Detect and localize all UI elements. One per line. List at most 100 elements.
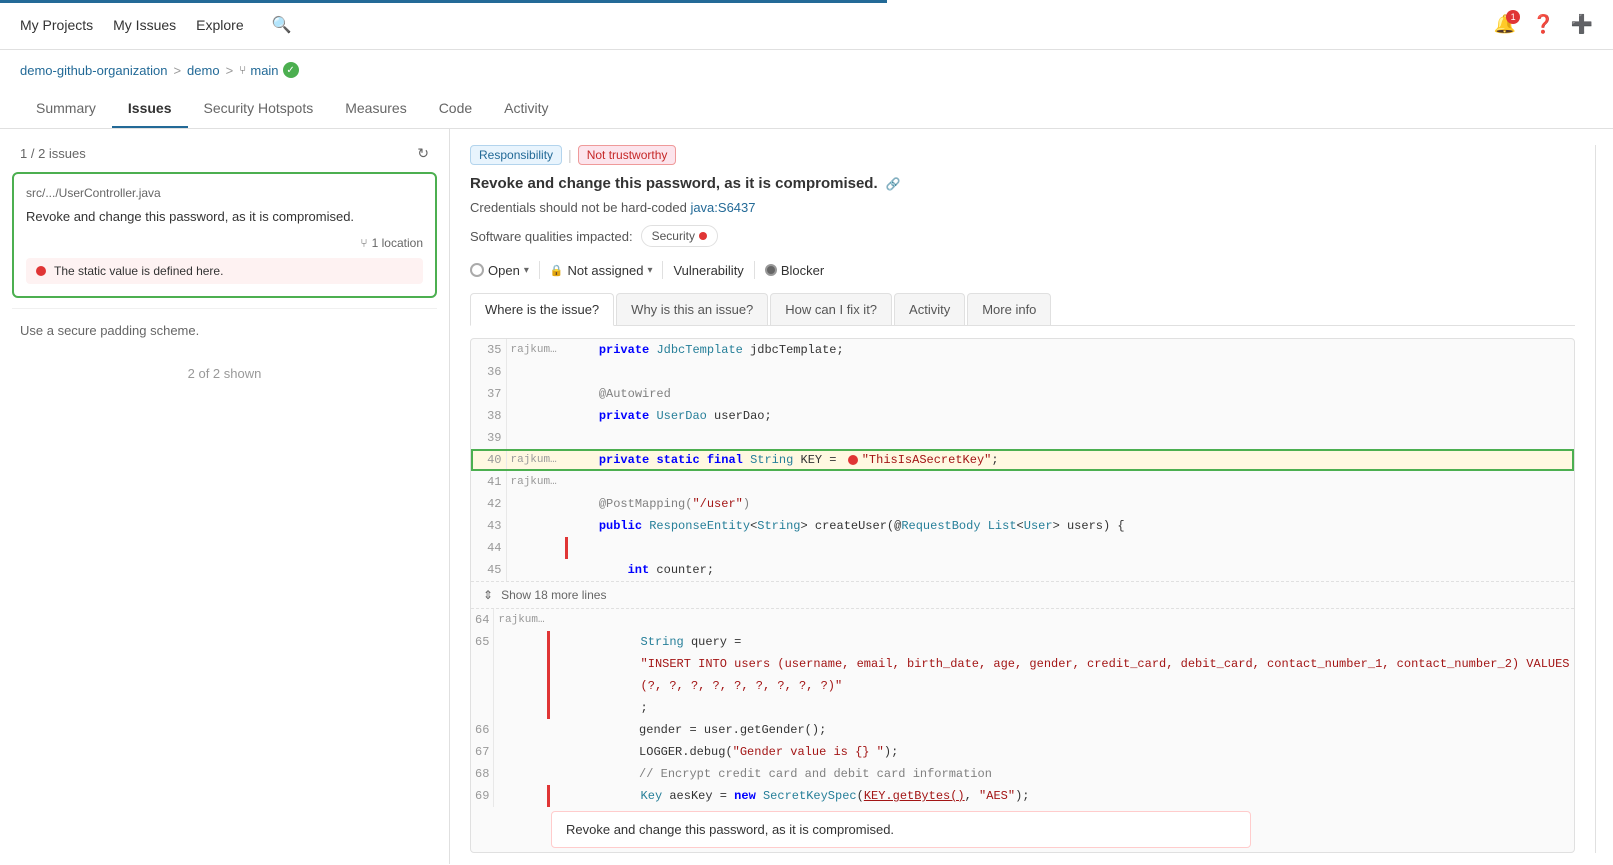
line-number: 37 bbox=[471, 383, 506, 405]
tab-activity[interactable]: Activity bbox=[488, 90, 564, 128]
link-icon[interactable]: 🔗 bbox=[886, 177, 901, 191]
line-code: (?, ?, ?, ?, ?, ?, ?, ?, ?)" bbox=[549, 675, 1574, 697]
issue-detail: Responsibility | Not trustworthy Revoke … bbox=[470, 145, 1593, 853]
line-author bbox=[494, 675, 549, 697]
code-line-40-highlighted: 40 rajkum… private static final String K… bbox=[471, 449, 1574, 471]
line-code: private UserDao userDao; bbox=[566, 405, 1574, 427]
tab-measures[interactable]: Measures bbox=[329, 90, 422, 128]
code-table-2: 64 rajkum… 65 String query = bbox=[471, 609, 1574, 807]
not-assigned-button[interactable]: 🔒 Not assigned ▾ bbox=[550, 263, 653, 278]
line-code: ; bbox=[549, 697, 1574, 719]
line-number: 42 bbox=[471, 493, 506, 515]
not-assigned-label: Not assigned bbox=[568, 263, 644, 278]
line-author: rajkum… bbox=[506, 339, 566, 361]
inner-tab-bar: Where is the issue? Why is this an issue… bbox=[470, 293, 1575, 326]
line-author bbox=[506, 515, 566, 537]
line-author bbox=[506, 361, 566, 383]
tag-not-trustworthy[interactable]: Not trustworthy bbox=[578, 145, 677, 165]
nav-explore[interactable]: Explore bbox=[196, 17, 243, 33]
blocker-dot-icon bbox=[765, 264, 777, 276]
credentials-link[interactable]: java:S6437 bbox=[690, 200, 755, 215]
code-line-65: 65 String query = bbox=[471, 631, 1574, 653]
branch-info: ⑂ main ✓ bbox=[239, 62, 298, 78]
code-line-65d: ; bbox=[471, 697, 1574, 719]
nav-right: 🔔 1 ❓ ➕ bbox=[1494, 14, 1593, 35]
line-author bbox=[506, 383, 566, 405]
shown-count: 2 of 2 shown bbox=[12, 352, 437, 395]
tag-separator: | bbox=[568, 147, 572, 163]
tab-code[interactable]: Code bbox=[423, 90, 488, 128]
add-button[interactable]: ➕ bbox=[1571, 14, 1593, 35]
expand-icon: ⇕ bbox=[483, 588, 493, 602]
line-code bbox=[549, 609, 1574, 631]
line-number: 41 bbox=[471, 471, 506, 493]
tab-security-hotspots[interactable]: Security Hotspots bbox=[188, 90, 330, 128]
breadcrumb-repo[interactable]: demo bbox=[187, 63, 220, 78]
tab-activity[interactable]: Activity bbox=[894, 293, 965, 325]
quality-badge[interactable]: Security bbox=[641, 225, 718, 247]
main-tab-bar: Summary Issues Security Hotspots Measure… bbox=[0, 90, 1613, 129]
breadcrumb-org[interactable]: demo-github-organization bbox=[20, 63, 167, 78]
tab-more-info[interactable]: More info bbox=[967, 293, 1051, 325]
code-line-38: 38 private UserDao userDao; bbox=[471, 405, 1574, 427]
quality-badge-label: Security bbox=[652, 229, 695, 243]
line-code: private JdbcTemplate jdbcTemplate; bbox=[566, 339, 1574, 361]
qualities-row: Software qualities impacted: Security bbox=[470, 225, 1575, 247]
issue-card-title: Revoke and change this password, as it i… bbox=[26, 208, 423, 226]
lock-icon: 🔒 bbox=[550, 264, 564, 277]
notifications-button[interactable]: 🔔 1 bbox=[1494, 14, 1516, 35]
line-number: 35 bbox=[471, 339, 506, 361]
line-author bbox=[506, 427, 566, 449]
line-number: 44 bbox=[471, 537, 506, 559]
line-number: 68 bbox=[471, 763, 494, 785]
breadcrumb: demo-github-organization > demo > ⑂ main… bbox=[0, 50, 1613, 90]
status-open-button[interactable]: Open ▾ bbox=[470, 263, 529, 278]
line-code: // Encrypt credit card and debit card in… bbox=[549, 763, 1574, 785]
issues-count: 1 / 2 issues bbox=[20, 146, 86, 161]
tab-issues[interactable]: Issues bbox=[112, 90, 188, 128]
not-assigned-chevron-icon: ▾ bbox=[647, 265, 652, 276]
line-number: 39 bbox=[471, 427, 506, 449]
issue-main-title: Revoke and change this password, as it i… bbox=[470, 175, 878, 192]
search-icon[interactable]: 🔍 bbox=[272, 15, 292, 35]
issue-tooltip: Revoke and change this password, as it i… bbox=[551, 811, 1251, 848]
show-more-lines-button[interactable]: ⇕ Show 18 more lines bbox=[471, 581, 1574, 609]
branch-check-icon: ✓ bbox=[283, 62, 299, 78]
tab-why-is-issue[interactable]: Why is this an issue? bbox=[616, 293, 768, 325]
line-code: @Autowired bbox=[566, 383, 1574, 405]
refresh-button[interactable]: ↻ bbox=[417, 145, 429, 162]
issues-header: 1 / 2 issues ↻ bbox=[12, 141, 437, 172]
main-layout: 1 / 2 issues ↻ src/.../UserController.ja… bbox=[0, 129, 1613, 864]
code-panel: 35 rajkum… private JdbcTemplate jdbcTemp… bbox=[470, 338, 1575, 853]
line-author: rajkum… bbox=[506, 449, 566, 471]
status-open-label: Open bbox=[488, 263, 520, 278]
line-code: public ResponseEntity<String> createUser… bbox=[566, 515, 1574, 537]
nav-my-issues[interactable]: My Issues bbox=[113, 17, 176, 33]
line-author bbox=[506, 493, 566, 515]
line-author bbox=[494, 741, 549, 763]
breadcrumb-sep1: > bbox=[173, 63, 181, 78]
issue-detail-main: Responsibility | Not trustworthy Revoke … bbox=[470, 145, 1575, 853]
status-row: Open ▾ 🔒 Not assigned ▾ Vulnerability B bbox=[470, 261, 1575, 279]
help-button[interactable]: ❓ bbox=[1532, 14, 1554, 35]
issue-card-selected[interactable]: src/.../UserController.java Revoke and c… bbox=[12, 172, 437, 298]
tab-how-fix[interactable]: How can I fix it? bbox=[770, 293, 892, 325]
status-chevron-icon: ▾ bbox=[524, 265, 529, 276]
line-number: 67 bbox=[471, 741, 494, 763]
line-number: 69 bbox=[471, 785, 494, 807]
line-author bbox=[494, 697, 549, 719]
line-author bbox=[506, 559, 566, 581]
branch-icon: ⑂ bbox=[239, 63, 246, 77]
tag-responsibility[interactable]: Responsibility bbox=[470, 145, 562, 165]
issue-location-item[interactable]: The static value is defined here. bbox=[26, 258, 423, 284]
code-line-69: 69 Key aesKey = new SecretKeySpec(KEY.ge… bbox=[471, 785, 1574, 807]
nav-my-projects[interactable]: My Projects bbox=[20, 17, 93, 33]
issue-detail-sidebar: Tags cwe + Line affected L69 Effort 1 h bbox=[1595, 145, 1613, 853]
breadcrumb-branch[interactable]: main bbox=[250, 63, 278, 78]
location-icon: ⑂ bbox=[360, 236, 367, 250]
breadcrumb-sep2: > bbox=[226, 63, 234, 78]
tab-summary[interactable]: Summary bbox=[20, 90, 112, 128]
line-author bbox=[506, 537, 566, 559]
tab-where-is-issue[interactable]: Where is the issue? bbox=[470, 293, 614, 326]
simple-issue-item[interactable]: Use a secure padding scheme. bbox=[12, 308, 437, 352]
